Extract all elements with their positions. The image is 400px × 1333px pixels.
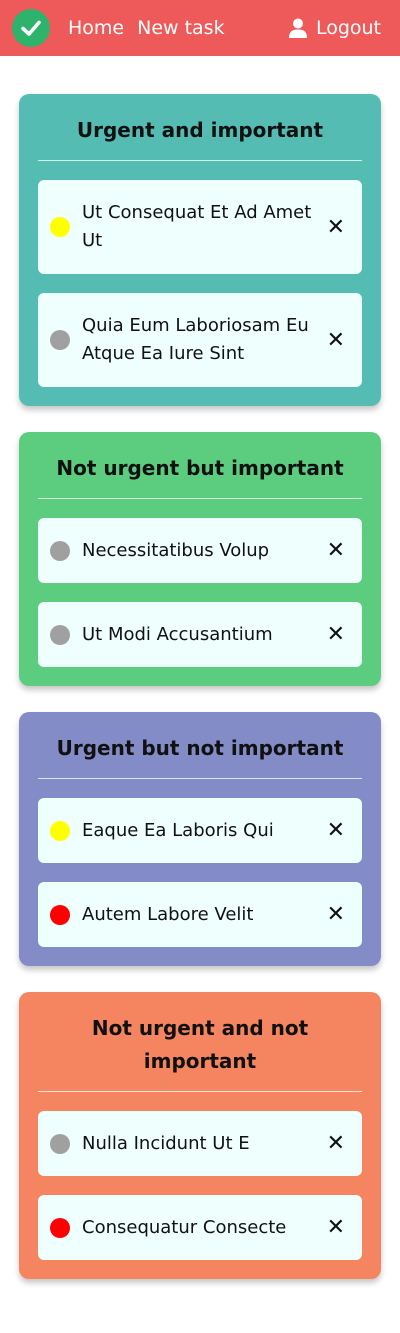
task-card[interactable]: Ut Modi Accusantium ✕: [38, 602, 362, 667]
status-dot: [50, 820, 70, 841]
quadrant-not-urgent-not-important: Not urgent and not important Nulla Incid…: [19, 992, 381, 1279]
task-label: Necessitatibus Volup: [82, 539, 270, 561]
task-label: Nulla Incidunt Ut E: [82, 1132, 250, 1154]
check-circle-icon[interactable]: [12, 9, 50, 47]
delete-task-icon[interactable]: ✕: [327, 1215, 345, 1240]
matrix-content: Urgent and important Ut Consequat Et Ad …: [0, 56, 400, 1279]
quadrant-title: Urgent and important: [76, 118, 324, 142]
status-dot: [50, 540, 70, 561]
task-label: Ut Modi Accusantium: [82, 623, 273, 645]
status-dot: [50, 904, 70, 925]
task-card[interactable]: Autem Labore Velit ✕: [38, 882, 362, 947]
task-card[interactable]: Necessitatibus Volup ✕: [38, 518, 362, 583]
nav-new-task-link[interactable]: New task: [137, 17, 224, 39]
delete-task-icon[interactable]: ✕: [327, 328, 345, 353]
quadrant-urgent-not-important: Urgent but not important Eaque Ea Labori…: [19, 712, 381, 966]
status-dot: [50, 330, 70, 350]
quadrant-divider: [38, 778, 362, 779]
logout-label: Logout: [315, 17, 381, 39]
quadrant-title: Urgent but not important: [56, 736, 344, 760]
status-dot: [50, 217, 70, 237]
status-dot: [50, 1217, 70, 1238]
task-label: Consequatur Consecte: [82, 1216, 287, 1238]
quadrant-title: Not urgent and not important: [91, 1016, 309, 1073]
status-dot: [50, 624, 70, 645]
task-card[interactable]: Nulla Incidunt Ut E ✕: [38, 1111, 362, 1176]
task-card[interactable]: Consequatur Consecte ✕: [38, 1195, 362, 1260]
quadrant-title: Not urgent but important: [56, 456, 344, 480]
quadrant-divider: [38, 1091, 362, 1092]
nav-home-link[interactable]: Home: [68, 17, 124, 39]
status-dot: [50, 1133, 70, 1154]
delete-task-icon[interactable]: ✕: [327, 818, 345, 843]
task-card[interactable]: Eaque Ea Laboris Qui ✕: [38, 798, 362, 863]
delete-task-icon[interactable]: ✕: [327, 902, 345, 927]
task-card[interactable]: Ut Consequat Et Ad Amet Ut ✕: [38, 180, 362, 274]
delete-task-icon[interactable]: ✕: [327, 1131, 345, 1156]
task-card[interactable]: Quia Eum Laboriosam Eu Atque Ea Iure Sin…: [38, 293, 362, 387]
task-label: Ut Consequat Et Ad Amet Ut: [82, 202, 312, 251]
logout-button[interactable]: Logout: [288, 17, 381, 39]
task-label: Eaque Ea Laboris Qui: [82, 819, 274, 841]
user-icon: [288, 18, 307, 38]
delete-task-icon[interactable]: ✕: [327, 538, 345, 563]
navbar: Home New task Logout: [0, 0, 400, 56]
delete-task-icon[interactable]: ✕: [327, 622, 345, 647]
task-label: Autem Labore Velit: [82, 903, 254, 925]
quadrant-divider: [38, 160, 362, 161]
delete-task-icon[interactable]: ✕: [327, 215, 345, 240]
quadrant-urgent-important: Urgent and important Ut Consequat Et Ad …: [19, 94, 381, 406]
task-label: Quia Eum Laboriosam Eu Atque Ea Iure Sin…: [82, 315, 309, 364]
quadrant-not-urgent-important: Not urgent but important Necessitatibus …: [19, 432, 381, 686]
quadrant-divider: [38, 498, 362, 499]
